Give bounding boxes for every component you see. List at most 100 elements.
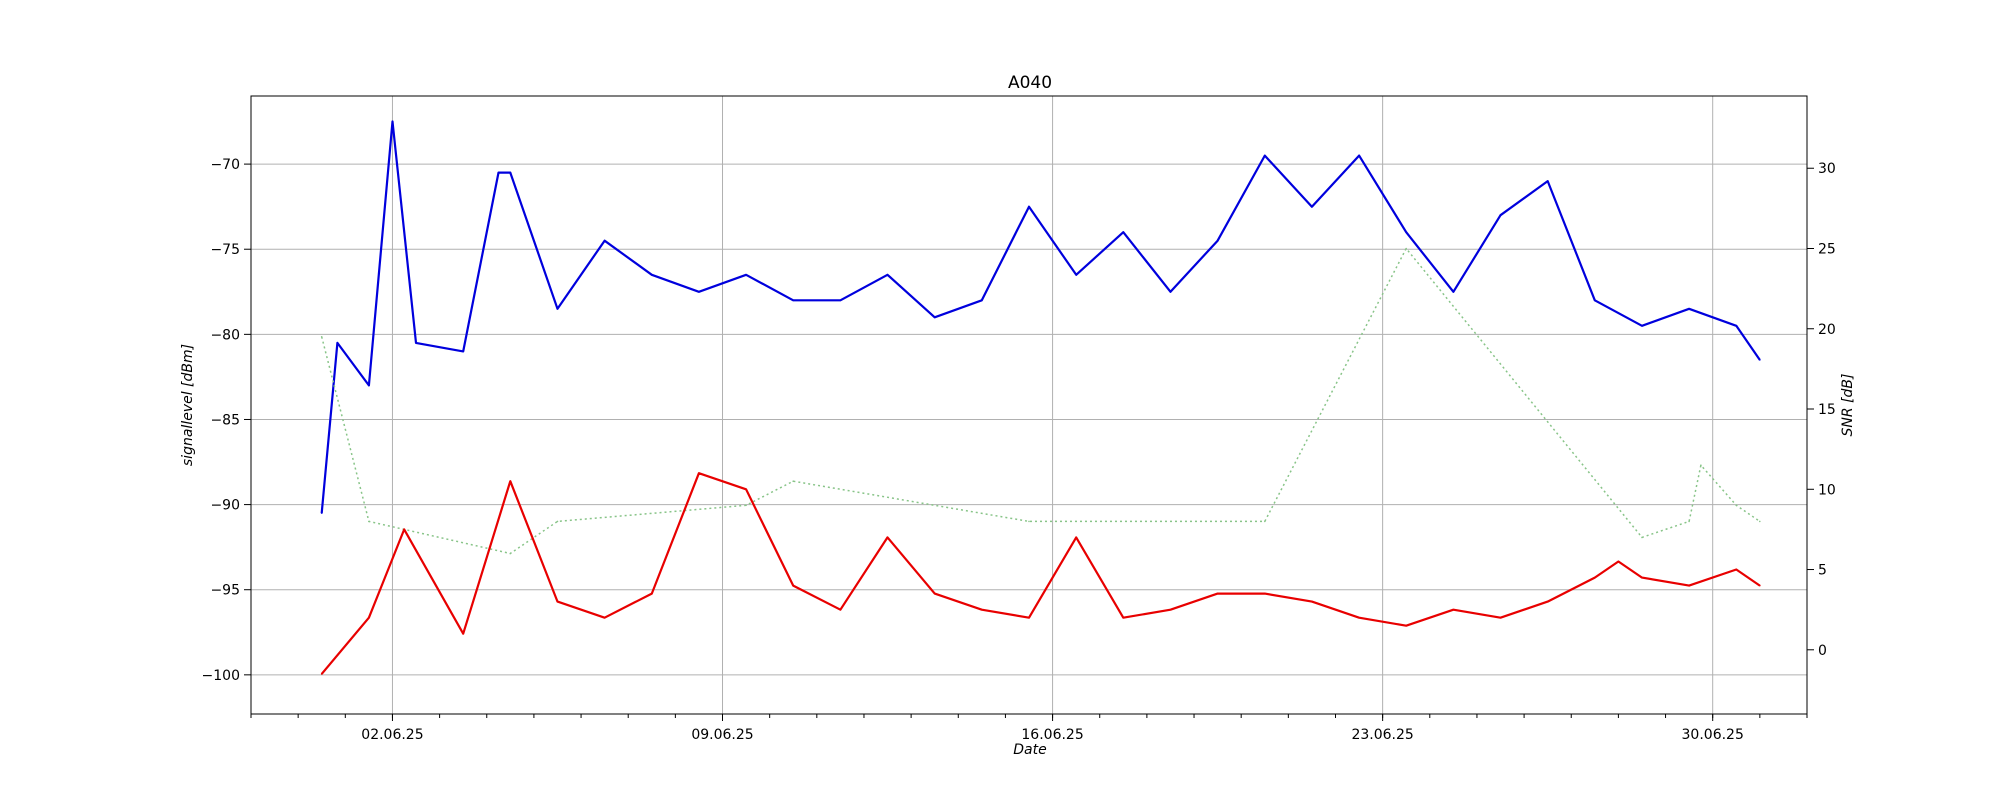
axis-ticks: 02.06.25 09.06.25 16.06.25 23.06.25 30.06.25… <box>202 157 1836 743</box>
series-2-point <box>1028 616 1030 619</box>
series-2-point <box>1688 584 1690 587</box>
series-line-0 <box>320 120 1761 514</box>
y-right-tick-label: 15 <box>1818 402 1836 418</box>
series-1-point <box>320 336 323 338</box>
series-2-point <box>792 584 794 587</box>
series-0-point <box>792 299 794 302</box>
x-tick-label: 23.06.25 <box>1351 727 1413 743</box>
y-right-tick-label: 5 <box>1818 563 1827 579</box>
series-0-point <box>698 291 700 293</box>
series-0-point <box>1499 214 1502 216</box>
series-2-point <box>1641 576 1643 579</box>
series-0-point <box>651 274 653 276</box>
x-tick-label: 30.06.25 <box>1682 727 1744 743</box>
series-2-point <box>1311 600 1313 603</box>
series-2-point <box>1499 616 1502 619</box>
y-axis-left-label: signallevel [dBm] <box>180 344 196 466</box>
y-right-tick-label: 0 <box>1818 643 1827 659</box>
series-0-point <box>603 239 606 242</box>
data-series <box>320 120 1761 675</box>
series-2-point <box>698 472 700 475</box>
series-0-point <box>981 299 983 302</box>
series-2-point <box>509 480 512 483</box>
series-0-point <box>1169 291 1172 293</box>
series-1-point <box>745 504 747 507</box>
y-left-tick-label: −85 <box>210 412 240 428</box>
y-right-tick-label: 20 <box>1818 322 1836 338</box>
series-2-point <box>981 608 983 611</box>
series-0-point <box>368 384 370 387</box>
y-axis-right-label: SNR [dB] <box>1840 374 1856 437</box>
series-0-point <box>1452 291 1455 293</box>
series-0-point <box>509 171 512 174</box>
series-0-point <box>839 299 842 302</box>
x-tick-label: 02.06.25 <box>361 727 423 743</box>
series-0-point <box>1311 205 1313 208</box>
series-0-point <box>1735 325 1738 327</box>
series-2-point <box>368 616 370 619</box>
series-0-point <box>336 342 339 344</box>
x-tick-label: 16.06.25 <box>1021 727 1083 743</box>
series-1-point <box>1759 520 1761 523</box>
series-1-point <box>1264 520 1266 523</box>
series-2-point <box>745 488 747 491</box>
series-0-point <box>1216 239 1219 242</box>
series-0-point <box>497 171 500 174</box>
series-2-point <box>603 616 606 619</box>
series-2-point <box>1122 616 1125 619</box>
plot-frame <box>250 95 1808 715</box>
series-0-point <box>1641 325 1643 327</box>
series-0-point <box>415 342 417 344</box>
y-left-tick-label: −100 <box>202 668 240 684</box>
series-2-point <box>1759 584 1761 587</box>
series-2-point <box>839 608 842 611</box>
series-1-point <box>792 480 794 483</box>
series-2-point <box>1735 568 1738 571</box>
series-1-point <box>1028 520 1030 523</box>
series-0-point <box>1405 231 1407 233</box>
grid-lines <box>251 96 1807 714</box>
series-2-point <box>1405 624 1407 627</box>
series-line-1 <box>320 247 1761 555</box>
series-1-point <box>1405 247 1407 250</box>
series-2-point <box>320 673 323 675</box>
series-0-point <box>1546 180 1549 182</box>
series-1-point <box>556 520 559 523</box>
series-line-2 <box>320 472 1761 675</box>
series-0-point <box>556 308 559 310</box>
series-1-point <box>368 520 370 523</box>
series-0-point <box>1075 274 1077 276</box>
y-left-tick-label: −90 <box>210 498 240 514</box>
series-0-point <box>1759 359 1761 361</box>
series-2-point <box>1546 600 1549 603</box>
series-0-point <box>1028 205 1030 208</box>
series-0-point <box>462 350 465 353</box>
series-2-point <box>1169 608 1172 611</box>
series-1-point <box>1700 464 1702 467</box>
y-left-tick-label: −75 <box>210 242 240 258</box>
chart-figure: A040 02.06.25 09.06.25 16.06.25 23.06.25 30.… <box>180 73 1856 758</box>
series-0-point <box>886 274 889 276</box>
series-1-point <box>1735 504 1738 507</box>
series-0-point <box>1358 154 1360 157</box>
series-2-point <box>462 632 465 635</box>
y-right-tick-label: 25 <box>1818 241 1836 257</box>
series-1-point <box>1688 520 1690 523</box>
series-2-point <box>1594 576 1596 579</box>
series-2-point <box>556 600 559 603</box>
series-2-point <box>1264 592 1266 595</box>
x-tick-label: 09.06.25 <box>691 727 753 743</box>
series-2-point <box>1216 592 1219 595</box>
series-0-point <box>745 274 747 276</box>
series-0-point <box>1688 308 1690 310</box>
x-axis-label: Date <box>1013 742 1046 758</box>
y-left-tick-label: −95 <box>210 583 240 599</box>
y-right-tick-label: 30 <box>1818 161 1836 177</box>
series-1-point <box>1641 536 1643 539</box>
series-0-point <box>1122 231 1125 233</box>
y-right-tick-label: 10 <box>1818 482 1836 498</box>
series-0-point <box>933 316 936 319</box>
series-2-point <box>1358 616 1360 619</box>
series-2-point <box>651 592 653 595</box>
y-left-tick-label: −80 <box>210 327 240 343</box>
